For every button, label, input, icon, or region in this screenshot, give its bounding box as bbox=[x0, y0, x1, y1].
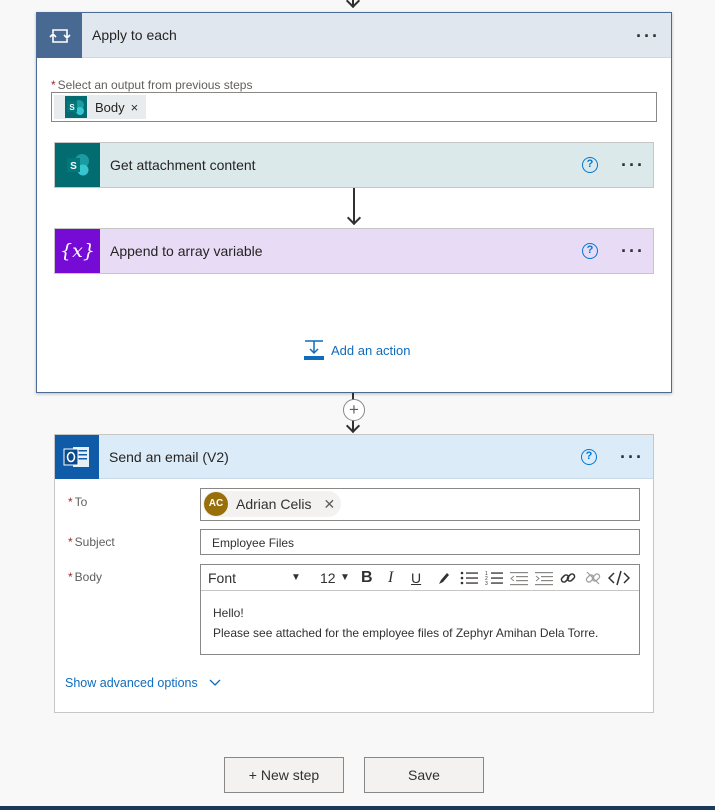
show-advanced-options-label: Show advanced options bbox=[65, 676, 198, 690]
select-output-input[interactable]: S Body × bbox=[51, 92, 657, 122]
add-action-icon bbox=[304, 340, 324, 360]
subject-value: Employee Files bbox=[212, 536, 295, 550]
loop-more-menu-icon[interactable]: ··· bbox=[636, 27, 660, 45]
get-attachment-content-card[interactable]: S Get attachment content ? ··· bbox=[54, 142, 654, 188]
italic-icon[interactable]: I bbox=[388, 565, 393, 591]
connector-arrow bbox=[345, 418, 361, 434]
apply-to-each-card: Apply to each ··· * Select an output from… bbox=[36, 12, 672, 393]
body-label: * Body bbox=[68, 570, 103, 584]
numbered-list-icon[interactable]: 123 bbox=[485, 565, 503, 591]
add-an-action-label: Add an action bbox=[331, 342, 411, 358]
body-line-1: Hello! bbox=[213, 606, 244, 620]
bulleted-list-icon[interactable] bbox=[460, 565, 478, 591]
select-output-label: * Select an output from previous steps bbox=[51, 78, 253, 92]
to-label: * To bbox=[68, 495, 88, 509]
rich-text-toolbar: Font ▼ 12 ▼ B I U 123 bbox=[201, 565, 639, 591]
help-icon[interactable]: ? bbox=[582, 243, 598, 259]
font-size-select[interactable]: 12 ▼ bbox=[320, 565, 356, 591]
chevron-down-icon: ▼ bbox=[340, 572, 350, 583]
show-advanced-options-link[interactable]: Show advanced options bbox=[65, 676, 221, 690]
body-token[interactable]: S Body × bbox=[54, 95, 146, 119]
more-menu-icon[interactable]: ··· bbox=[621, 156, 645, 174]
svg-text:S: S bbox=[69, 103, 75, 112]
remove-token-icon[interactable]: × bbox=[131, 100, 139, 115]
loop-icon bbox=[37, 13, 82, 58]
decrease-indent-icon[interactable] bbox=[510, 565, 528, 591]
new-step-button[interactable]: + New step bbox=[224, 757, 344, 793]
chevron-down-icon: ▼ bbox=[291, 572, 301, 583]
get-attachment-content-title: Get attachment content bbox=[110, 157, 256, 173]
subject-label: * Subject bbox=[68, 535, 115, 549]
insert-step-plus-icon[interactable]: + bbox=[343, 399, 365, 421]
connector-arrow bbox=[346, 210, 362, 226]
connector-arrow-top bbox=[345, 0, 361, 9]
recipient-name: Adrian Celis bbox=[236, 496, 312, 512]
text-color-icon[interactable] bbox=[437, 565, 451, 591]
subject-field[interactable]: Employee Files bbox=[200, 529, 640, 555]
outlook-icon bbox=[55, 435, 99, 479]
sharepoint-icon: S bbox=[55, 143, 100, 187]
unlink-icon[interactable] bbox=[585, 565, 601, 591]
more-menu-icon[interactable]: ··· bbox=[620, 448, 644, 466]
help-icon[interactable]: ? bbox=[581, 449, 597, 465]
email-body-text[interactable]: Hello! Please see attached for the emplo… bbox=[213, 603, 598, 643]
bold-icon[interactable]: B bbox=[361, 565, 373, 591]
svg-text:3: 3 bbox=[485, 581, 488, 586]
chevron-down-icon bbox=[209, 679, 221, 686]
body-editor[interactable]: Font ▼ 12 ▼ B I U 123 Hello! Please see … bbox=[200, 564, 640, 655]
more-menu-icon[interactable]: ··· bbox=[621, 242, 645, 260]
send-an-email-header[interactable]: Send an email (V2) ? ··· bbox=[55, 435, 653, 479]
apply-to-each-title: Apply to each bbox=[92, 27, 177, 43]
increase-indent-icon[interactable] bbox=[535, 565, 553, 591]
append-to-array-variable-title: Append to array variable bbox=[110, 243, 263, 259]
body-line-2: Please see attached for the employee fil… bbox=[213, 626, 599, 640]
apply-to-each-header[interactable]: Apply to each ··· bbox=[37, 13, 671, 58]
code-view-icon[interactable] bbox=[607, 565, 631, 591]
link-icon[interactable] bbox=[560, 565, 576, 591]
append-to-array-variable-card[interactable]: {x} Append to array variable ? ··· bbox=[54, 228, 654, 274]
send-an-email-title: Send an email (V2) bbox=[109, 449, 229, 465]
add-an-action-button[interactable]: Add an action bbox=[303, 339, 411, 361]
to-field[interactable]: AC Adrian Celis ✕ bbox=[200, 488, 640, 521]
avatar: AC bbox=[204, 492, 228, 516]
variable-icon: {x} bbox=[55, 229, 100, 273]
send-an-email-card: Send an email (V2) ? ··· * To AC Adrian C… bbox=[54, 434, 654, 713]
svg-text:S: S bbox=[70, 161, 77, 172]
bottom-bar bbox=[0, 806, 715, 810]
help-icon[interactable]: ? bbox=[582, 157, 598, 173]
underline-icon[interactable]: U bbox=[411, 565, 421, 591]
sharepoint-icon: S bbox=[65, 96, 87, 118]
body-token-label: Body bbox=[95, 99, 125, 115]
save-button[interactable]: Save bbox=[364, 757, 484, 793]
font-family-select[interactable]: Font ▼ bbox=[208, 565, 308, 591]
recipient-token[interactable]: AC Adrian Celis ✕ bbox=[203, 491, 341, 517]
remove-recipient-icon[interactable]: ✕ bbox=[323, 496, 335, 513]
